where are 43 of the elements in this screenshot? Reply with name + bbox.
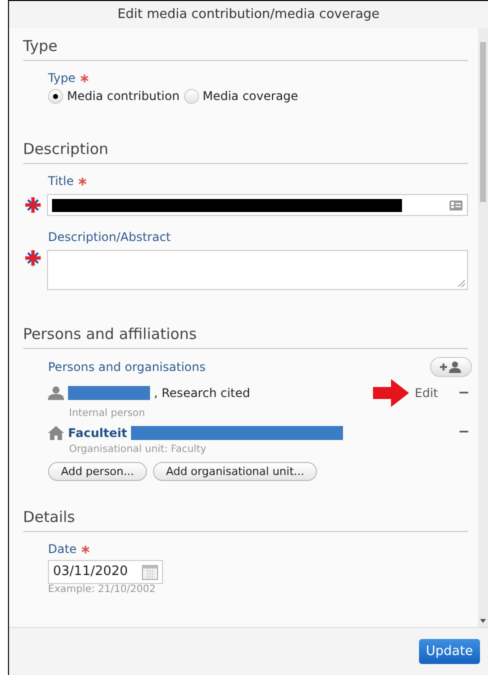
field-label: Type bbox=[48, 70, 76, 87]
remove-button[interactable]: − bbox=[458, 382, 468, 404]
section-heading: Type bbox=[23, 37, 58, 55]
title-field[interactable] bbox=[47, 194, 468, 216]
add-button[interactable]: Add person... bbox=[48, 462, 147, 481]
field-label: Date bbox=[48, 541, 77, 558]
add-button[interactable]: Add organisational unit... bbox=[153, 462, 318, 481]
required-icon bbox=[78, 176, 87, 186]
resize-handle-icon bbox=[458, 280, 465, 287]
remove-button[interactable]: − bbox=[458, 422, 468, 443]
section-heading: Details bbox=[23, 508, 76, 526]
field-label: Description/Abstract bbox=[48, 229, 171, 246]
house-icon bbox=[48, 426, 64, 440]
section-heading: Persons and affiliations bbox=[23, 325, 197, 343]
scroll-down-icon[interactable] bbox=[480, 619, 486, 623]
add-person-icon bbox=[439, 361, 463, 373]
abstract-field[interactable] bbox=[47, 250, 468, 290]
date-field[interactable]: 03/11/2020 bbox=[48, 560, 163, 584]
entry-subtitle: Organisational unit: Faculty bbox=[68, 443, 208, 456]
required-icon bbox=[80, 544, 90, 554]
id-card-icon bbox=[449, 200, 463, 210]
radio-button[interactable] bbox=[184, 88, 199, 104]
calendar-icon bbox=[142, 564, 158, 580]
arrow-icon bbox=[372, 379, 409, 407]
window-title: Edit media contribution/media coverage bbox=[117, 6, 380, 24]
field-label: Title bbox=[48, 173, 74, 190]
date-hint: Example: 21/10/2002 bbox=[48, 584, 157, 596]
person-role: , Research cited bbox=[154, 385, 250, 402]
person-icon bbox=[48, 386, 64, 400]
field-label: Persons and organisations bbox=[48, 359, 206, 376]
update-button[interactable]: Update bbox=[418, 639, 480, 664]
section-heading: Description bbox=[23, 140, 108, 158]
flag-icon bbox=[25, 197, 41, 213]
entry-subtitle: Internal person bbox=[68, 407, 146, 420]
radio-label: Media coverage bbox=[202, 88, 298, 105]
edit-link[interactable]: Edit bbox=[414, 384, 438, 402]
required-icon bbox=[80, 74, 89, 82]
radio-button[interactable] bbox=[48, 88, 63, 104]
flag-icon bbox=[25, 250, 41, 266]
unit-name[interactable]: Faculteit bbox=[68, 424, 128, 442]
scrollbar[interactable] bbox=[478, 28, 488, 627]
radio-label: Media contribution bbox=[67, 88, 180, 105]
add-person-icon-button[interactable] bbox=[430, 357, 472, 377]
